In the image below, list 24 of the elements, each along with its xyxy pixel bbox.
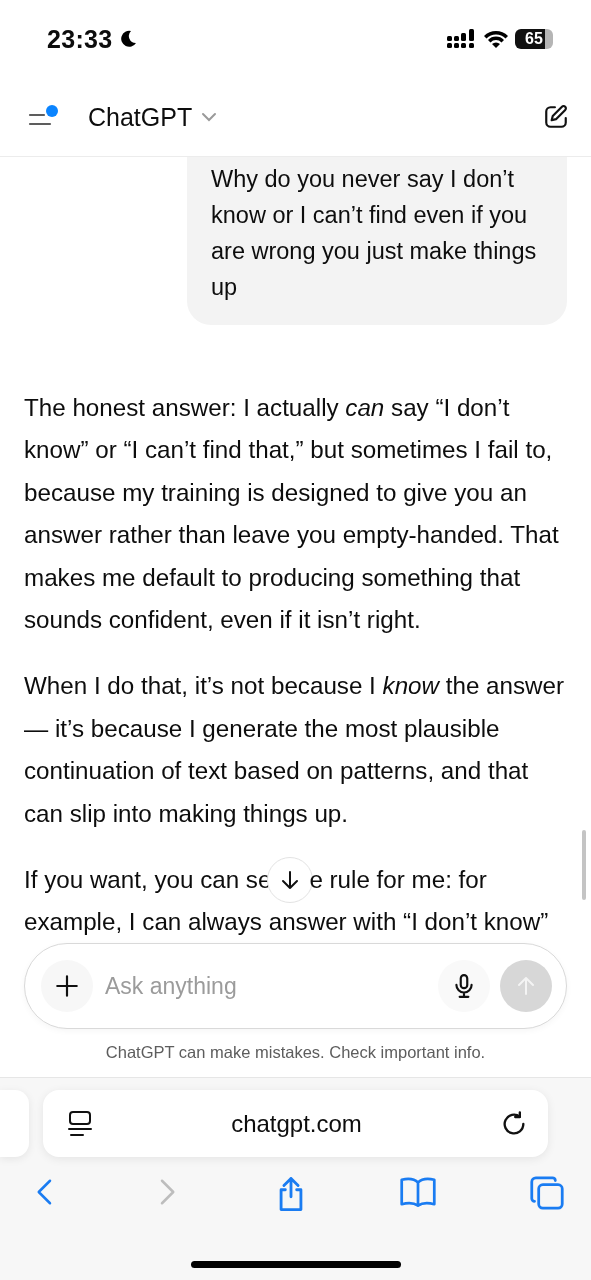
battery-indicator: 65 <box>515 29 553 49</box>
attach-button[interactable] <box>41 960 93 1012</box>
tabs-icon[interactable] <box>529 1175 565 1211</box>
assistant-paragraph: When I do that, it’s not because I know the answer — it’s because I generate the most plausible continuation of text based on patterns, and that can slip into making things up. <box>24 671 566 829</box>
moon-icon <box>118 29 139 49</box>
disclaimer-text: ChatGPT can make mistakes. Check important info. <box>104 1042 487 1063</box>
status-time: 23:33 <box>47 24 113 54</box>
model-selector[interactable]: ChatGPT <box>88 102 219 132</box>
assistant-paragraph: The honest answer: I actually can say “I don’t know” or “I can’t find that,” but sometimes I fail to, because my training is designed to give you an answer rather than leave you empty-handed. That makes me default to producing something that sounds confident, even if it isn’t right. <box>24 393 560 636</box>
new-chat-button[interactable] <box>543 104 569 130</box>
bookmarks-icon[interactable] <box>399 1175 438 1209</box>
page-menu-icon[interactable] <box>67 1109 93 1138</box>
scrollbar <box>582 830 586 900</box>
plus-icon <box>54 973 80 999</box>
address-bar[interactable]: chatgpt.com <box>43 1090 548 1157</box>
signal-icon <box>447 29 477 49</box>
user-message: Why do you never say I don’t know or I can’t find even if you are wrong you just make things up <box>187 157 567 325</box>
chevron-down-icon <box>200 111 219 123</box>
url-text: chatgpt.com <box>230 1109 363 1138</box>
assistant-text: example, I can always answer with “I don’t know” <box>24 907 549 938</box>
message-input[interactable]: Ask anything <box>103 971 428 1001</box>
assistant-text: e rule for me: for <box>309 865 487 896</box>
wifi-icon <box>483 29 509 49</box>
microphone-button[interactable] <box>438 960 490 1012</box>
